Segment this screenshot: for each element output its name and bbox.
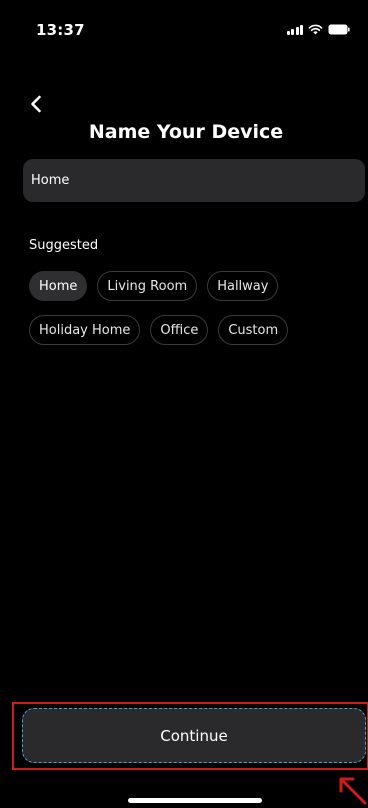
page-title: Name Your Device xyxy=(88,121,284,143)
device-naming-screen: 13:37 Name Your Device Home Suggested Ho… xyxy=(0,0,368,808)
continue-button[interactable]: Continue xyxy=(22,708,366,763)
home-indicator xyxy=(128,798,262,803)
device-name-input[interactable] xyxy=(23,159,365,202)
arrow-icon xyxy=(337,775,367,808)
status-bar: 13:37 xyxy=(0,0,368,50)
status-icons xyxy=(286,24,351,35)
chip-living-room[interactable]: Living Room xyxy=(97,271,198,301)
suggestion-chips-row-1: Home Living Room Hallway xyxy=(29,271,279,301)
device-name-field xyxy=(23,159,365,202)
battery-icon xyxy=(328,24,350,35)
status-time: 13:37 xyxy=(36,21,85,39)
suggested-label: Suggested xyxy=(29,238,99,253)
chip-custom[interactable]: Custom xyxy=(218,315,289,345)
chip-office[interactable]: Office xyxy=(150,315,209,345)
signal-icon xyxy=(286,24,303,35)
back-button[interactable] xyxy=(22,90,50,118)
chip-home[interactable]: Home xyxy=(29,271,88,301)
chevron-left-icon xyxy=(31,95,41,113)
chip-holiday-home[interactable]: Holiday Home xyxy=(29,315,141,345)
wifi-icon xyxy=(308,24,323,35)
suggestion-chips-row-2: Holiday Home Office Custom xyxy=(29,315,289,345)
chip-hallway[interactable]: Hallway xyxy=(207,271,279,301)
